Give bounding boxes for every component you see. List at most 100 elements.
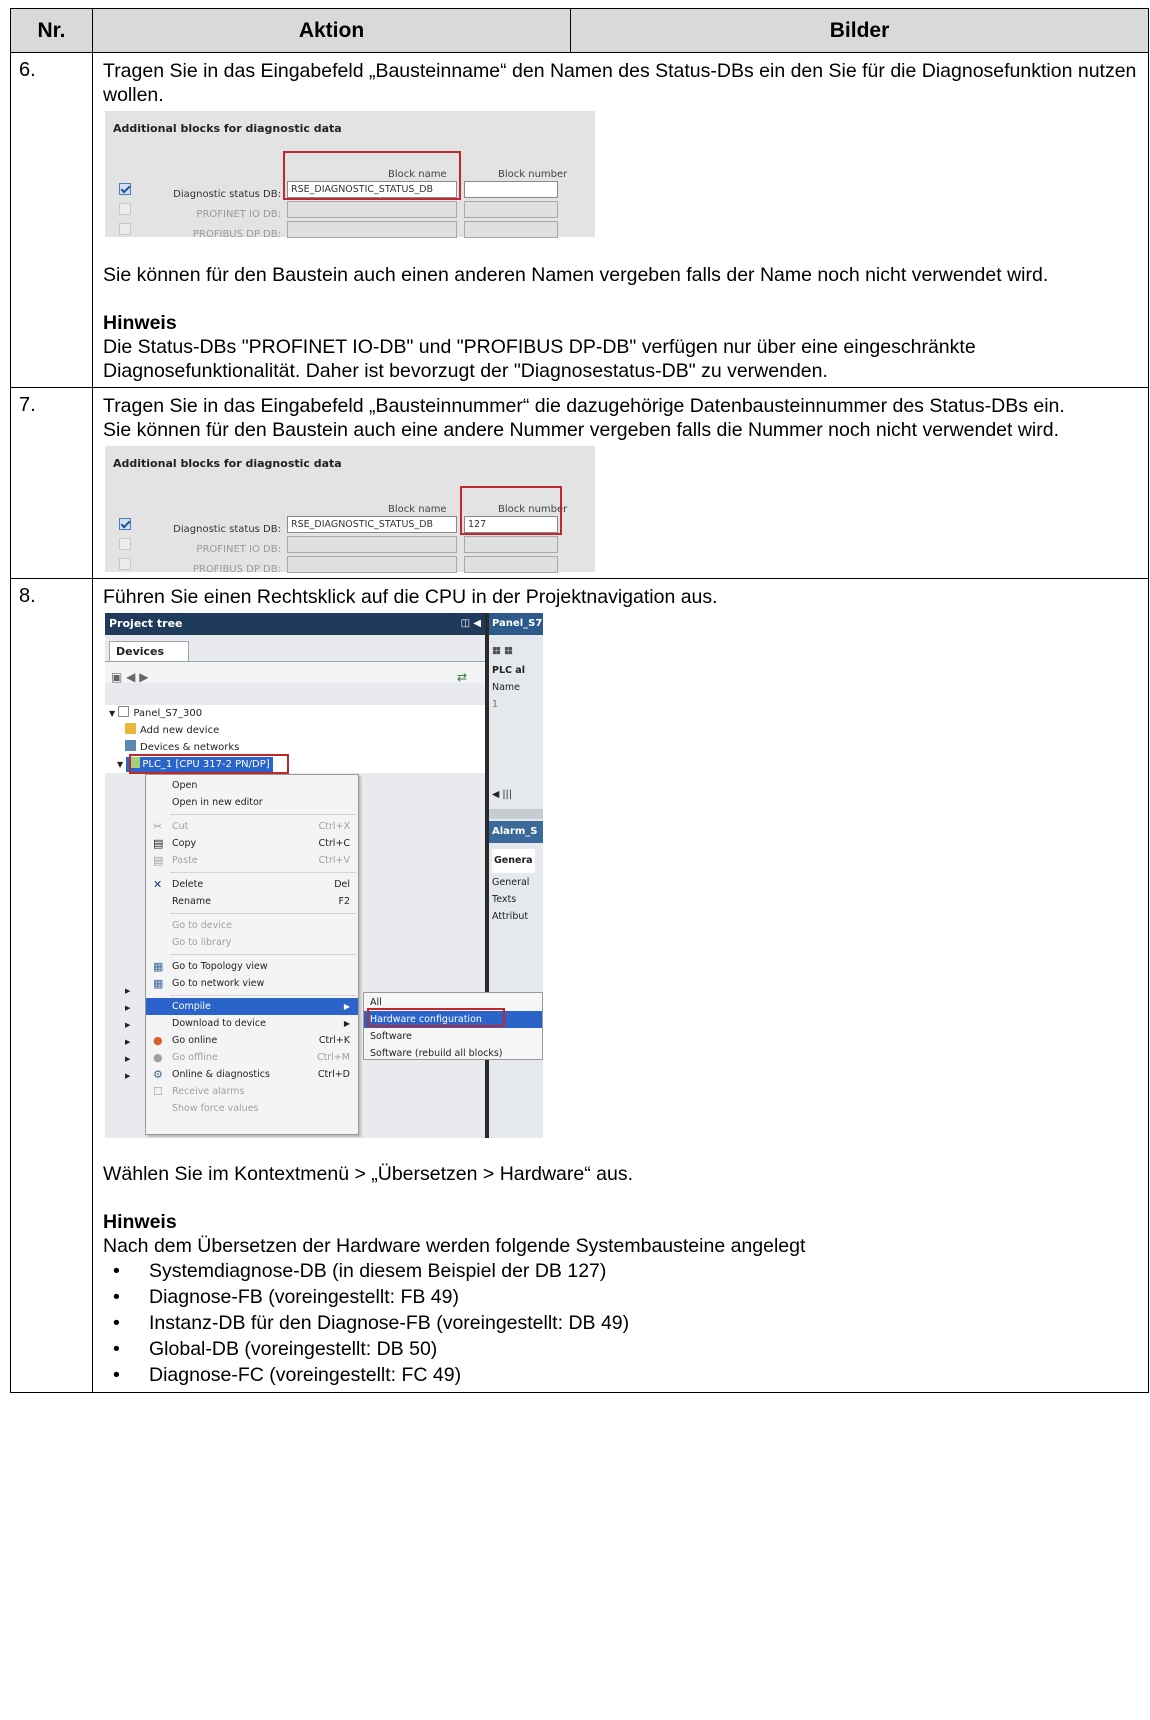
header-aktion: Aktion — [92, 8, 571, 53]
menu-item-online-diagnostics[interactable]: ⚙ Online & diagnostics Ctrl+D — [146, 1066, 358, 1083]
editor-text: 1 — [492, 699, 499, 710]
menu-item-go-offline[interactable]: ● Go offline Ctrl+M — [146, 1049, 358, 1066]
add-device-icon — [125, 723, 136, 734]
editor-header: Panel_S7 — [489, 613, 543, 635]
system-blocks-list: Systemdiagnose-DB (in diesem Beispiel de… — [103, 1258, 1138, 1388]
menu-item-go-online[interactable]: ● Go online Ctrl+K — [146, 1032, 358, 1049]
menu-item-open-new-editor[interactable]: Open in new editor — [146, 794, 358, 811]
menu-item-open[interactable]: Open — [146, 777, 358, 794]
step-content: Tragen Sie in das Eingabefeld „Bausteinn… — [92, 52, 1149, 388]
list-item: Diagnose-FC (voreingestellt: FC 49) — [103, 1362, 1138, 1388]
row-label: PROFIBUS DP DB: — [192, 564, 281, 575]
topology-icon: ▦ — [153, 960, 164, 973]
profinet-checkbox[interactable] — [119, 203, 131, 215]
profibus-checkbox[interactable] — [119, 558, 131, 570]
panel-title: Additional blocks for diagnostic data — [113, 122, 342, 135]
highlight-frame — [129, 754, 289, 774]
submenu-item-software[interactable]: Software — [364, 1028, 542, 1045]
project-tree-title: Project tree — [109, 617, 183, 630]
step-number: 7. — [10, 387, 93, 579]
project-tree-screenshot: Project tree ◫ ◀ Panel_S7 ▦ ▦ PLC al Nam… — [105, 613, 543, 1138]
block-number-input[interactable] — [464, 556, 558, 573]
go-offline-icon: ● — [153, 1051, 163, 1064]
step-content: Führen Sie einen Rechtsklick auf die CPU… — [92, 578, 1149, 1393]
header-bilder: Bilder — [570, 8, 1149, 53]
table-row: 8. Führen Sie einen Rechtsklick auf die … — [10, 578, 1149, 1393]
diagnostic-blocks-panel: Additional blocks for diagnostic data Bl… — [105, 111, 595, 240]
row-label: PROFIBUS DP DB: — [192, 229, 281, 240]
hint-title: Hinweis — [103, 312, 177, 334]
table-header-row: Nr. Aktion Bilder — [10, 8, 1149, 53]
profinet-checkbox[interactable] — [119, 538, 131, 550]
toolbar-nav-icons[interactable]: ▣ ◀ ▶ — [111, 665, 148, 689]
menu-item-go-to-device[interactable]: Go to device — [146, 917, 358, 934]
editor-text: Attribut — [492, 911, 529, 922]
profinet-row: PROFINET IO DB: — [105, 534, 595, 555]
scroll-arrow-icon[interactable]: ◀ ||| — [492, 783, 512, 807]
menu-item-go-to-library[interactable]: Go to library — [146, 934, 358, 951]
diagnostics-icon: ⚙ — [153, 1068, 163, 1081]
profibus-row: PROFIBUS DP DB: — [105, 219, 595, 240]
context-menu: Open Open in new editor ✂ Cut Ctrl+X ▤ Copy… — [145, 774, 359, 1135]
table-row: 6. Tragen Sie in das Eingabefeld „Bauste… — [10, 52, 1149, 388]
sync-icon[interactable]: ⇄ — [457, 665, 467, 689]
go-online-icon: ● — [153, 1034, 163, 1047]
step-text: Tragen Sie in das Eingabefeld „Bausteinn… — [103, 60, 1137, 106]
table-row: 7. Tragen Sie in das Eingabefeld „Bauste… — [10, 387, 1149, 579]
profibus-row: PROFIBUS DP DB: — [105, 554, 595, 575]
menu-item-network-view[interactable]: ▦ Go to network view — [146, 975, 358, 992]
block-name-input[interactable] — [287, 201, 457, 218]
menu-item-download[interactable]: Download to device ▶ — [146, 1015, 358, 1032]
paste-icon: ▤ — [153, 854, 164, 867]
step-number: 6. — [10, 52, 93, 388]
block-number-input[interactable] — [464, 221, 558, 238]
tree-node-add-device[interactable]: Add new device — [105, 722, 485, 739]
menu-item-paste[interactable]: ▤ Paste Ctrl+V — [146, 852, 358, 869]
header-nr: Nr. — [10, 8, 93, 53]
menu-item-compile[interactable]: Compile ▶ — [146, 998, 358, 1015]
highlight-frame — [367, 1008, 505, 1027]
diagnostic-status-checkbox[interactable] — [119, 183, 131, 195]
tab-devices[interactable]: Devices — [109, 641, 189, 661]
block-name-input[interactable] — [287, 556, 457, 573]
submenu-item-software-rebuild[interactable]: Software (rebuild all blocks) — [364, 1045, 542, 1062]
menu-item-show-force-values[interactable]: Show force values — [146, 1100, 358, 1117]
network-icon — [125, 740, 136, 751]
block-name-input[interactable] — [287, 536, 457, 553]
list-item: Diagnose-FB (voreingestellt: FB 49) — [103, 1284, 1138, 1310]
menu-item-copy[interactable]: ▤ Copy Ctrl+C — [146, 835, 358, 852]
submenu-arrow-icon: ▶ — [343, 1019, 350, 1028]
list-item: Instanz-DB für den Diagnose-FB (voreinge… — [103, 1310, 1138, 1336]
project-icon — [118, 706, 130, 717]
menu-item-receive-alarms[interactable]: ☐ Receive alarms — [146, 1083, 358, 1100]
menu-item-cut[interactable]: ✂ Cut Ctrl+X — [146, 818, 358, 835]
profibus-checkbox[interactable] — [119, 223, 131, 235]
step-text: Wählen Sie im Kontextmenü > „Übersetzen … — [103, 1163, 633, 1185]
editor-tab[interactable]: Genera — [492, 849, 535, 873]
menu-item-rename[interactable]: Rename F2 — [146, 893, 358, 910]
step-text: Sie können für den Baustein auch eine an… — [103, 419, 1060, 441]
tree-node-project[interactable]: ▼ Panel_S7_300 — [105, 705, 485, 722]
step-text: Sie können für den Baustein auch einen a… — [103, 264, 1049, 286]
step-text: Führen Sie einen Rechtsklick auf die CPU… — [103, 586, 718, 608]
block-number-input[interactable] — [464, 201, 558, 218]
block-number-input[interactable] — [464, 181, 558, 198]
block-name-input[interactable] — [287, 221, 457, 238]
delete-icon: ✕ — [153, 878, 163, 891]
block-number-input[interactable] — [464, 536, 558, 553]
highlight-frame — [283, 151, 461, 200]
editor-header: Alarm_S — [489, 821, 543, 843]
collapse-icon[interactable]: ◫ ◀ — [461, 613, 481, 635]
menu-item-delete[interactable]: ✕ Delete Del — [146, 876, 358, 893]
instruction-table: Nr. Aktion Bilder 6. Tragen Sie in das E… — [10, 8, 1149, 1393]
diagnostic-status-checkbox[interactable] — [119, 518, 131, 530]
submenu-arrow-icon: ▶ — [343, 1002, 350, 1011]
highlight-frame — [460, 486, 562, 535]
project-tree-header: Project tree ◫ ◀ — [105, 613, 485, 635]
network-icon: ▦ — [153, 977, 164, 990]
diagnostic-blocks-panel: Additional blocks for diagnostic data Bl… — [105, 446, 595, 575]
step-number: 8. — [10, 578, 93, 1393]
list-item: Systemdiagnose-DB (in diesem Beispiel de… — [103, 1258, 1138, 1284]
block-name-input[interactable]: RSE_DIAGNOSTIC_STATUS_DB — [287, 516, 457, 533]
menu-item-topology-view[interactable]: ▦ Go to Topology view — [146, 958, 358, 975]
